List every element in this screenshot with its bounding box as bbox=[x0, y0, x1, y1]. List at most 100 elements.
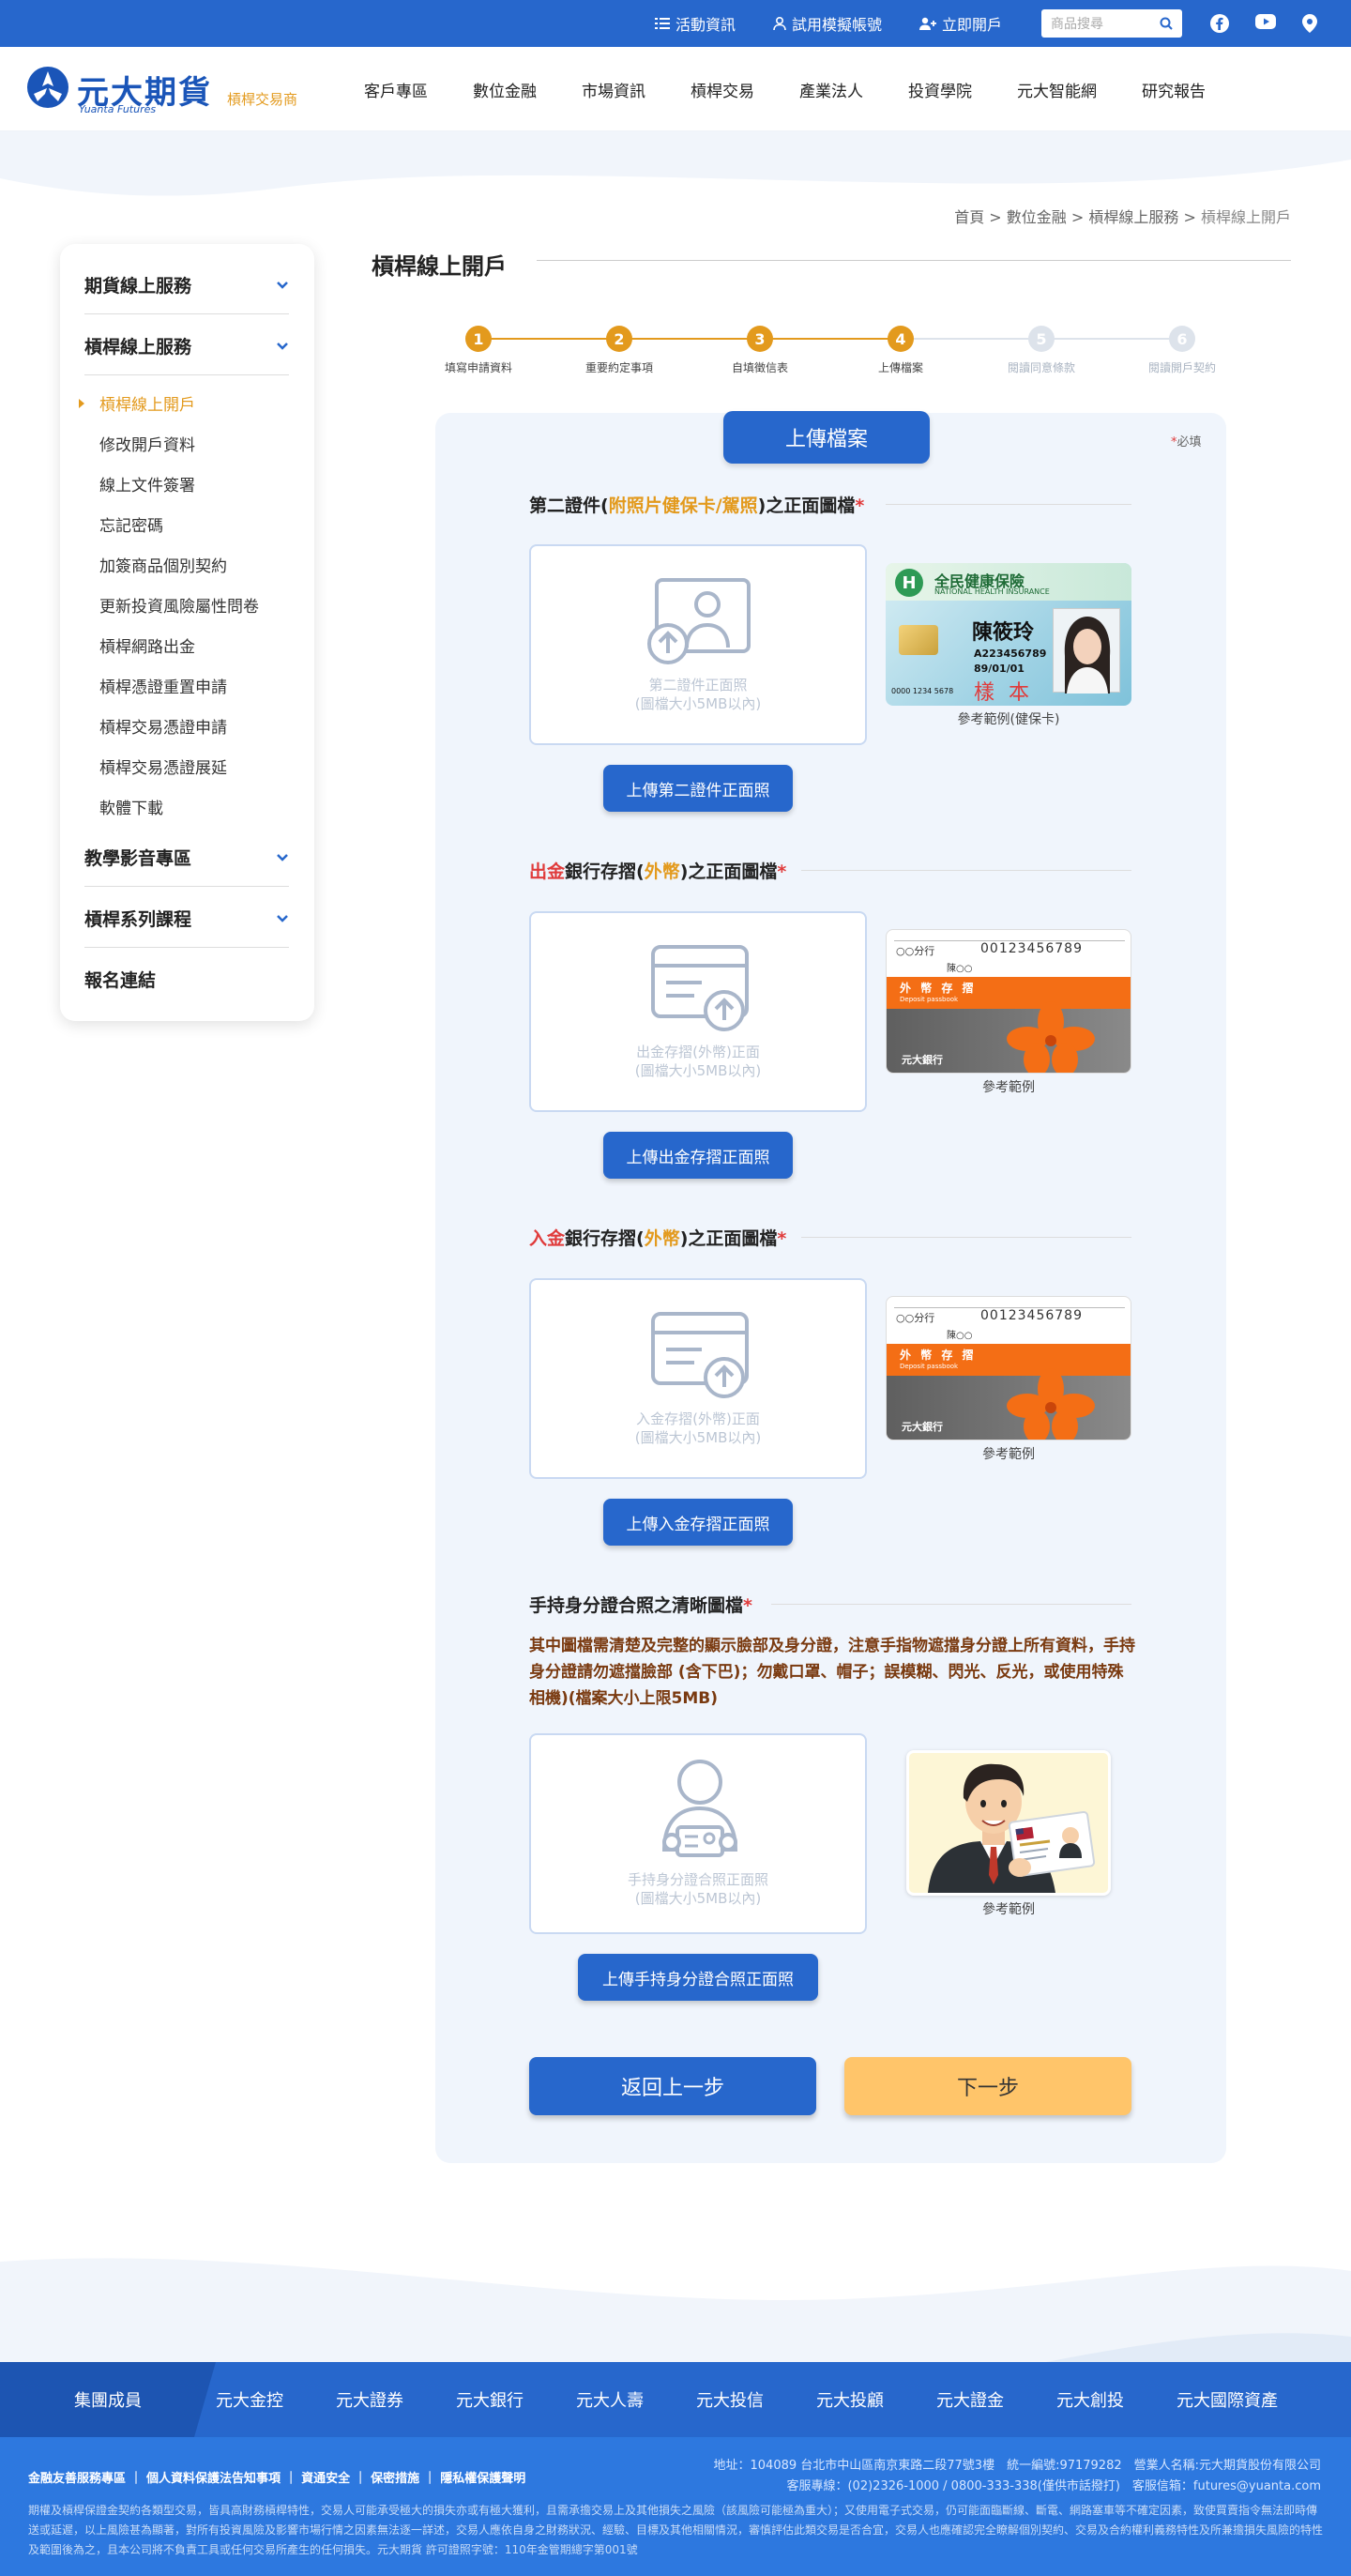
member-link[interactable]: 元大證券 bbox=[336, 2387, 403, 2412]
sidebar-item-download[interactable]: 軟體下載 bbox=[99, 795, 163, 818]
passbook-branch: ○○分行 bbox=[896, 945, 935, 957]
upload-box-selfie-id[interactable]: 手持身分證合照正面照 (圖檔大小5MB以內) bbox=[529, 1733, 867, 1934]
top-bar: 活動資訊 試用模擬帳號 立即開戶 商品搜尋 bbox=[0, 0, 1351, 47]
title-part: )之正面圖檔 bbox=[679, 1228, 778, 1249]
sidebar-item-open-account[interactable]: 槓桿線上開戶 bbox=[99, 391, 195, 415]
top-wave-decoration bbox=[0, 131, 1351, 196]
breadcrumb-leverage-service[interactable]: 槓桿線上服務 bbox=[1088, 208, 1178, 226]
step-number: 4 bbox=[888, 326, 914, 352]
nav-item-market[interactable]: 市場資訊 bbox=[582, 78, 645, 101]
passbook-title-en: Deposit passbook bbox=[900, 996, 959, 1003]
nav-item-digital[interactable]: 數位金融 bbox=[473, 78, 537, 101]
passbook-account: 00123456789 bbox=[980, 941, 1083, 956]
passbook-sample-image-2: ○○分行 00123456789 陳○○ 外 幣 存 摺 Deposit pas… bbox=[886, 1296, 1131, 1440]
search-input[interactable]: 商品搜尋 bbox=[1041, 9, 1182, 38]
breadcrumb-current: 槓桿線上開戶 bbox=[1200, 208, 1291, 226]
active-indicator-icon bbox=[79, 399, 84, 408]
step-number: 1 bbox=[465, 326, 492, 352]
activity-link[interactable]: 活動資訊 bbox=[654, 12, 736, 35]
sidebar-item-forgot-password[interactable]: 忘記密碼 bbox=[99, 512, 163, 536]
sidebar-section-label: 報名連結 bbox=[84, 970, 157, 991]
bottom-wave-decoration bbox=[0, 2258, 1351, 2365]
upload-selfie-id-button[interactable]: 上傳手持身分證合照正面照 bbox=[578, 1954, 818, 2001]
section-title-selfie-id: 手持身分證合照之清晰圖檔* bbox=[529, 1592, 752, 1617]
member-link[interactable]: 元大創投 bbox=[1056, 2387, 1124, 2412]
sidebar-item-cert-renew[interactable]: 槓桿交易憑證展延 bbox=[99, 755, 227, 778]
nhi-logo-icon: H bbox=[895, 569, 923, 597]
social-links bbox=[1210, 14, 1317, 33]
sidebar-section-register[interactable]: 報名連結 bbox=[84, 967, 289, 992]
flower-decoration-icon bbox=[1007, 1368, 1095, 1440]
section-divider bbox=[886, 504, 1131, 505]
passbook-bank-name: 元大銀行 bbox=[902, 1054, 943, 1066]
sidebar-section-label: 教學影音專區 bbox=[84, 848, 192, 869]
nav-item-customer[interactable]: 客戶專區 bbox=[364, 78, 428, 101]
member-link[interactable]: 元大證金 bbox=[936, 2387, 1004, 2412]
footer-hotline: 客服專線：(02)2326-1000 / 0800-333-338(僅供市話撥打… bbox=[786, 2479, 1321, 2493]
step-label: 閱讀開戶契約 bbox=[1147, 361, 1216, 374]
nav-item-leverage[interactable]: 槓桿交易 bbox=[691, 78, 754, 101]
breadcrumb-digital[interactable]: 數位金融 bbox=[1007, 208, 1067, 226]
sidebar-item-modify-data[interactable]: 修改開戶資料 bbox=[99, 432, 195, 455]
card-name: 陳筱玲 bbox=[972, 621, 1035, 645]
chevron-down-icon bbox=[277, 914, 288, 922]
section-title-withdraw-passbook: 出金銀行存摺(外幣)之正面圖檔* bbox=[529, 858, 786, 883]
upload-box-withdraw-passbook[interactable]: 出金存摺(外幣)正面 (圖檔大小5MB以內) bbox=[529, 911, 867, 1112]
upload-box-deposit-passbook[interactable]: 入金存摺(外幣)正面 (圖檔大小5MB以內) bbox=[529, 1278, 867, 1479]
upload-box-second-id[interactable]: 第二證件正面照 (圖檔大小5MB以內) bbox=[529, 544, 867, 745]
upload-hint: 第二證件正面照 bbox=[648, 677, 748, 694]
site-logo[interactable]: 元大期貨 Yuanta Futures 槓桿交易商 bbox=[26, 66, 297, 115]
card-id: A223456789 bbox=[974, 648, 1047, 660]
passbook-rule bbox=[894, 1301, 1125, 1308]
upload-withdraw-passbook-button[interactable]: 上傳出金存摺正面照 bbox=[603, 1132, 793, 1179]
nav-item-academy[interactable]: 投資學院 bbox=[908, 78, 972, 101]
title-part: )之正面圖檔 bbox=[757, 495, 856, 516]
passbook-branch: ○○分行 bbox=[896, 1312, 935, 1324]
footer-policy-links[interactable]: 金融友善服務專區 ｜ 個人資料保護法告知事項 ｜ 資通安全 ｜ 保密措施 ｜ 隱… bbox=[28, 2468, 525, 2486]
title-highlight: 附照片健保卡/駕照 bbox=[608, 495, 758, 516]
sidebar-item-cert-apply[interactable]: 槓桿交易憑證申請 bbox=[99, 714, 227, 738]
member-link[interactable]: 元大投信 bbox=[696, 2387, 764, 2412]
member-link[interactable]: 元大人壽 bbox=[576, 2387, 644, 2412]
facebook-icon[interactable] bbox=[1210, 14, 1229, 33]
title-part: 第二證件( bbox=[529, 495, 609, 516]
open-account-link[interactable]: 立即開戶 bbox=[918, 12, 1002, 35]
sidebar-section-futures[interactable]: 期貨線上服務 bbox=[84, 272, 289, 297]
search-icon[interactable] bbox=[1160, 17, 1173, 30]
next-button[interactable]: 下一步 bbox=[844, 2057, 1131, 2115]
member-link[interactable]: 元大金控 bbox=[216, 2387, 283, 2412]
sidebar-item-sign-docs[interactable]: 線上文件簽署 bbox=[99, 472, 195, 495]
upload-hint-size: (圖檔大小5MB以內) bbox=[634, 1062, 762, 1079]
step-1: 1 填寫申請資料 bbox=[413, 326, 544, 375]
sidebar-item-withdraw[interactable]: 槓桿網路出金 bbox=[99, 633, 195, 657]
nav-item-smart[interactable]: 元大智能網 bbox=[1017, 78, 1097, 101]
nav-item-corporate[interactable]: 產業法人 bbox=[799, 78, 863, 101]
sidebar-section-video[interactable]: 教學影音專區 bbox=[84, 845, 289, 870]
member-link[interactable]: 元大國際資產 bbox=[1176, 2387, 1278, 2412]
upload-card-icon bbox=[651, 1312, 749, 1398]
nav-item-research[interactable]: 研究報告 bbox=[1142, 78, 1206, 101]
sidebar-item-cert-reset[interactable]: 槓桿憑證重置申請 bbox=[99, 674, 227, 697]
upload-deposit-passbook-button[interactable]: 上傳入金存摺正面照 bbox=[603, 1499, 793, 1546]
member-link[interactable]: 元大銀行 bbox=[456, 2387, 524, 2412]
group-members-list: 元大金控 元大證券 元大銀行 元大人壽 元大投信 元大投顧 元大證金 元大創投 … bbox=[216, 2362, 1330, 2437]
user-icon bbox=[773, 16, 786, 30]
youtube-icon[interactable] bbox=[1255, 14, 1276, 33]
breadcrumb-home[interactable]: 首頁 bbox=[954, 208, 984, 226]
passbook-holder: 陳○○ bbox=[947, 1331, 973, 1341]
sidebar-section-leverage[interactable]: 槓桿線上服務 bbox=[84, 333, 289, 358]
chevron-down-icon bbox=[277, 853, 288, 861]
demo-account-link[interactable]: 試用模擬帳號 bbox=[773, 12, 882, 35]
member-link[interactable]: 元大投顧 bbox=[816, 2387, 884, 2412]
sidebar-item-risk-survey[interactable]: 更新投資風險屬性問卷 bbox=[99, 593, 259, 617]
sidebar-item-sign-contract[interactable]: 加簽商品個別契約 bbox=[99, 553, 227, 576]
back-button[interactable]: 返回上一步 bbox=[529, 2057, 816, 2115]
required-star: * bbox=[855, 495, 865, 516]
group-members-bar: 集團成員 元大金控 元大證券 元大銀行 元大人壽 元大投信 元大投顧 元大證金 … bbox=[0, 2362, 1351, 2437]
section-title-deposit-passbook: 入金銀行存摺(外幣)之正面圖檔* bbox=[529, 1225, 786, 1250]
location-icon[interactable] bbox=[1302, 14, 1317, 33]
reference-caption: 參考範例 bbox=[982, 1902, 1035, 1917]
upload-second-id-button[interactable]: 上傳第二證件正面照 bbox=[603, 765, 793, 812]
sidebar-section-courses[interactable]: 槓桿系列課程 bbox=[84, 906, 289, 931]
upload-hint-size: (圖檔大小5MB以內) bbox=[634, 1890, 762, 1907]
